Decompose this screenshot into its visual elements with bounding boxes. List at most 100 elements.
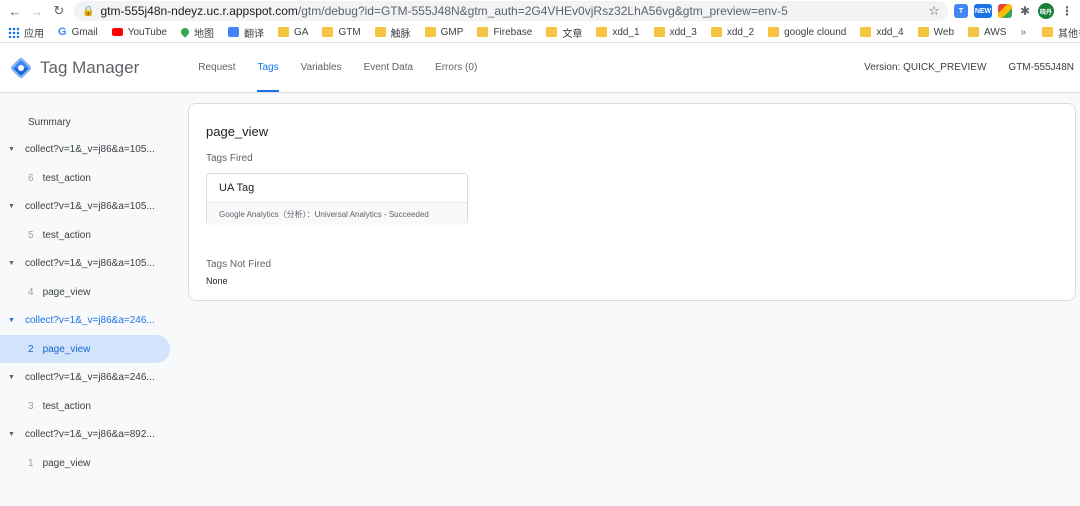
bookmark-label: Web: [933, 26, 955, 38]
reload-icon[interactable]: ↻: [50, 2, 68, 20]
caret-down-icon[interactable]: ▼: [8, 203, 15, 210]
sidebar-request-group[interactable]: ▼ collect?v=1&_v=j86&a=246...: [0, 363, 178, 392]
request-label: collect?v=1&_v=j86&a=892...: [24, 429, 155, 440]
folder-icon: [1042, 27, 1053, 37]
sidebar-request-group[interactable]: ▼ collect?v=1&_v=j86&a=892...: [0, 420, 178, 449]
bookmark-label: GTM: [338, 26, 361, 38]
fired-tag-name: UA Tag: [207, 174, 467, 203]
bookmark-item[interactable]: 应用: [8, 25, 44, 40]
event-label: page_view: [42, 343, 91, 355]
main-panel: page_view Tags Fired UA Tag Google Analy…: [178, 93, 1080, 506]
back-icon[interactable]: ←: [6, 2, 24, 20]
sidebar-event-item[interactable]: 4 page_view: [0, 278, 170, 306]
fired-tag-status: Google Analytics（分析）：Universal Analytics…: [207, 203, 467, 225]
sidebar-event-item[interactable]: 2 page_view: [0, 335, 170, 363]
folder-icon: [477, 27, 489, 37]
bookmark-item[interactable]: Web: [917, 26, 955, 38]
sidebar-summary[interactable]: Summary: [0, 109, 178, 135]
bookmark-item[interactable]: G Gmail: [58, 26, 98, 38]
extension-translate-icon[interactable]: T: [954, 4, 968, 18]
chrome-menu-icon[interactable]: ⋮: [1060, 4, 1074, 18]
bookmark-item[interactable]: google clound: [768, 27, 846, 38]
app-title: Tag Manager: [40, 57, 140, 77]
sidebar-event-item[interactable]: 1 page_view: [0, 449, 170, 477]
browser-toolbar: ← → ↻ 🔒 gtm-555j48n-ndeyz.uc.r.appspot.c…: [0, 0, 1080, 22]
event-number: 3: [28, 400, 34, 412]
tab-tags[interactable]: Tags: [246, 43, 289, 92]
bookmark-item[interactable]: GA: [277, 26, 309, 38]
event-label: test_action: [42, 400, 91, 412]
bookmark-item[interactable]: AWS: [968, 27, 1006, 38]
bookmark-item[interactable]: xdd_1: [596, 26, 640, 38]
folder-icon: [968, 27, 980, 37]
caret-down-icon[interactable]: ▼: [8, 374, 15, 381]
address-bar[interactable]: 🔒 gtm-555j48n-ndeyz.uc.r.appspot.com/gtm…: [74, 1, 948, 21]
event-number: 5: [28, 229, 34, 241]
sidebar-event-item[interactable]: 3 test_action: [0, 392, 170, 420]
caret-down-icon[interactable]: ▼: [8, 146, 15, 153]
bookmark-item[interactable]: GMP: [424, 26, 464, 38]
caret-down-icon[interactable]: ▼: [8, 260, 15, 267]
bookmark-label: Firebase: [493, 26, 533, 38]
bookmark-item[interactable]: GTM: [322, 26, 361, 38]
caret-down-icon[interactable]: ▼: [8, 431, 15, 438]
bookmark-item[interactable]: 文章: [546, 25, 582, 40]
bookmark-item[interactable]: xdd_3: [653, 27, 697, 38]
bookmark-label: AWS: [984, 26, 1007, 38]
event-label: page_view: [42, 286, 91, 298]
caret-down-icon[interactable]: ▼: [8, 317, 15, 324]
bookmark-label: 应用: [24, 28, 44, 40]
bookmark-label: xdd_1: [612, 26, 640, 38]
bookmark-item[interactable]: xdd_4: [860, 27, 904, 38]
url-path: /gtm/debug?id=GTM-555J48N&gtm_auth=2G4VH…: [297, 4, 788, 18]
request-label: collect?v=1&_v=j86&a=246...: [24, 315, 155, 326]
bookmark-item[interactable]: Firebase: [477, 27, 532, 38]
sidebar-request-group[interactable]: ▼ collect?v=1&_v=j86&a=105...: [0, 249, 178, 278]
youtube-icon: [111, 28, 123, 36]
request-label: collect?v=1&_v=j86&a=105...: [24, 258, 155, 269]
event-number: 1: [28, 457, 34, 469]
forward-icon[interactable]: →: [28, 2, 46, 20]
tab-event-data[interactable]: Event Data: [353, 43, 424, 92]
folder-icon: [860, 27, 872, 37]
folder-icon: [596, 27, 608, 37]
profile-avatar[interactable]: 晓丹: [1038, 3, 1054, 19]
folder-icon: [768, 27, 780, 37]
bookmark-item[interactable]: 地图: [179, 25, 214, 40]
bookmark-label: Gmail: [71, 26, 98, 38]
sidebar-request-group[interactable]: ▼ collect?v=1&_v=j86&a=105...: [0, 192, 178, 221]
extensions-puzzle-icon[interactable]: ✱: [1018, 4, 1032, 18]
tab-request[interactable]: Request: [187, 43, 246, 92]
event-title: page_view: [206, 124, 269, 139]
bookmarks-more-button[interactable]: »: [1020, 27, 1026, 38]
sidebar-event-item[interactable]: 5 test_action: [0, 221, 170, 249]
bookmark-label: 翻译: [243, 28, 264, 40]
request-label: collect?v=1&_v=j86&a=105...: [24, 201, 155, 212]
maps-icon: [179, 26, 191, 38]
extension-color-icon[interactable]: [998, 4, 1012, 18]
other-bookmarks-label: 其他书签: [1058, 28, 1080, 40]
sidebar-request-group[interactable]: ▼ collect?v=1&_v=j86&a=246...: [0, 306, 178, 335]
translate-icon: [227, 27, 239, 37]
tab-variables[interactable]: Variables: [290, 43, 353, 92]
folder-icon: [424, 27, 436, 37]
bookmark-label: 触脉: [390, 28, 411, 40]
tags-card: page_view Tags Fired UA Tag Google Analy…: [188, 103, 1076, 301]
bookmark-item[interactable]: YouTube: [111, 27, 167, 38]
bookmark-item[interactable]: xdd_2: [710, 27, 754, 38]
tab-errors-0[interactable]: Errors (0): [424, 43, 488, 92]
bookmark-label: GA: [293, 26, 309, 38]
other-bookmarks[interactable]: 其他书签: [1042, 25, 1080, 40]
bookmark-label: GMP: [440, 26, 464, 38]
bookmark-label: google clound: [784, 26, 847, 38]
bookmark-item[interactable]: 翻译: [227, 25, 264, 40]
sidebar-request-group[interactable]: ▼ collect?v=1&_v=j86&a=105...: [0, 135, 178, 164]
extension-new-icon[interactable]: NEW: [974, 4, 992, 18]
sidebar-event-item[interactable]: 6 test_action: [0, 164, 170, 192]
bookmark-star-icon[interactable]: ☆: [928, 3, 940, 19]
folder-icon: [322, 27, 334, 37]
event-number: 6: [28, 172, 34, 184]
fired-tag-card[interactable]: UA Tag Google Analytics（分析）：Universal An…: [206, 173, 468, 225]
folder-icon: [546, 27, 558, 37]
bookmark-item[interactable]: 触脉: [374, 25, 411, 40]
